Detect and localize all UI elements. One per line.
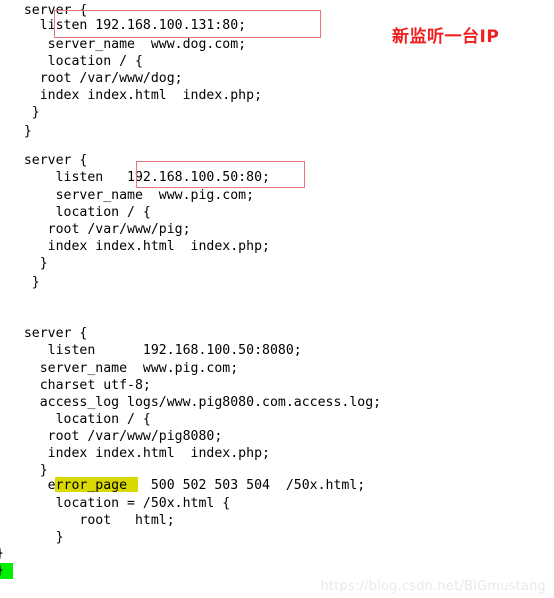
code-line: index index.html index.php; xyxy=(0,88,263,103)
code-line: charset utf-8; xyxy=(0,378,151,393)
code-line: root html; xyxy=(0,513,175,528)
code-line: root /var/www/dog; xyxy=(0,71,183,86)
code-line: index index.html index.php; xyxy=(0,446,270,461)
code-line: listen 192.168.100.131:80; xyxy=(0,18,247,33)
code-line: location / { xyxy=(0,205,151,220)
code-line: location / { xyxy=(0,412,151,427)
code-line: root /var/www/pig; xyxy=(0,222,191,237)
code-line: location / { xyxy=(0,54,143,69)
code-line: } xyxy=(0,256,48,271)
annotation-caption: 新监听一台IP xyxy=(392,22,499,47)
code-line: } xyxy=(0,275,40,290)
code-line: root /var/www/pig8080; xyxy=(0,429,223,444)
code-line: server_name www.pig.com; xyxy=(0,361,239,376)
code-line: error_page 500 502 503 504 /50x.html; xyxy=(0,478,366,493)
annotation-caption-text: 新监听一台 xyxy=(392,27,480,47)
annotation-caption-ip: IP xyxy=(479,27,500,47)
code-line: location = /50x.html { xyxy=(0,496,231,511)
code-line: server { xyxy=(0,326,88,341)
code-canvas: server { listen 192.168.100.131:80; serv… xyxy=(0,0,554,598)
code-line: } xyxy=(0,545,4,562)
code-line: server { xyxy=(0,153,88,168)
code-line: access_log logs/www.pig8080.com.access.l… xyxy=(0,395,382,410)
code-line: } xyxy=(0,530,64,545)
code-line: listen 192.168.100.50:80; xyxy=(0,170,270,185)
code-line: server_name www.dog.com; xyxy=(0,37,247,52)
code-line: } xyxy=(0,105,40,120)
code-line: } xyxy=(0,562,4,579)
site-watermark: https://blog.csdn.net/BIGmustang xyxy=(320,579,546,594)
code-line: } xyxy=(0,124,32,139)
code-line: index index.html index.php; xyxy=(0,239,270,254)
code-line: server_name www.pig.com; xyxy=(0,188,255,203)
code-line: listen 192.168.100.50:8080; xyxy=(0,343,302,358)
